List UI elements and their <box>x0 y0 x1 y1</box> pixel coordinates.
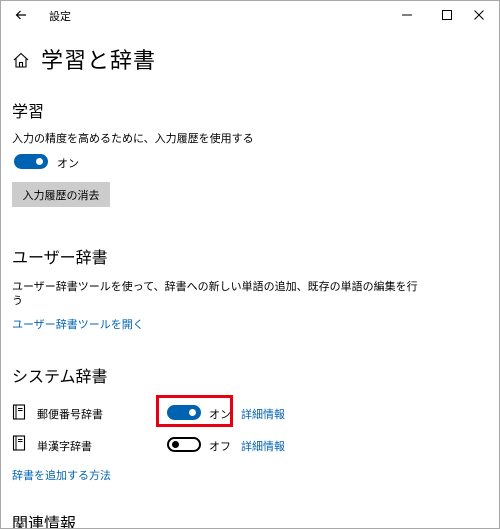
page-title: 学習と辞書 <box>41 49 157 74</box>
dictionary-icon <box>12 404 26 420</box>
single-kanji-toggle-label: オフ <box>209 440 231 453</box>
learning-toggle-label: オン <box>57 157 79 170</box>
user-dictionary-description-line2: う <box>12 294 23 307</box>
close-icon <box>474 10 484 20</box>
postal-code-detail-link[interactable]: 詳細情報 <box>241 406 285 422</box>
toggle-knob <box>172 441 179 448</box>
learning-description: 入力の精度を高めるために、入力履歴を使用する <box>12 132 254 145</box>
maximize-icon <box>442 10 452 20</box>
clear-history-button[interactable]: 入力履歴の消去 <box>12 182 110 207</box>
home-button[interactable] <box>12 51 30 69</box>
dictionary-icon <box>12 435 26 451</box>
minimize-button[interactable] <box>387 1 427 29</box>
open-user-dictionary-link[interactable]: ユーザー辞書ツールを開く <box>12 316 144 332</box>
toggle-knob <box>36 158 43 165</box>
settings-window: 設定 学習と辞書 学習 入力の精度を高めるために、入力履歴を使用する オン 入力… <box>0 0 500 529</box>
section-title-learning: 学習 <box>12 102 45 121</box>
section-title-user-dictionary: ユーザー辞書 <box>12 248 108 267</box>
title-bar: 設定 <box>1 1 499 29</box>
highlight-box <box>156 395 233 427</box>
back-arrow-icon <box>15 10 26 20</box>
home-icon <box>13 52 29 68</box>
postal-code-dictionary-label: 郵便番号辞書 <box>37 408 103 421</box>
minimize-icon <box>402 14 412 16</box>
single-kanji-dictionary-toggle[interactable] <box>167 437 201 452</box>
app-title: 設定 <box>49 10 71 23</box>
add-dictionary-link[interactable]: 辞書を追加する方法 <box>12 467 111 483</box>
section-title-system-dictionary: システム辞書 <box>12 367 108 386</box>
learning-history-toggle[interactable] <box>14 154 48 169</box>
close-button[interactable] <box>459 1 499 29</box>
single-kanji-dictionary-label: 単漢字辞書 <box>37 440 92 453</box>
section-title-related: 関連情報 <box>12 514 77 529</box>
single-kanji-detail-link[interactable]: 詳細情報 <box>241 438 285 454</box>
back-button[interactable] <box>7 3 35 27</box>
user-dictionary-description-line1: ユーザー辞書ツールを使って、辞書への新しい単語の追加、既存の単語の編集を行 <box>12 280 418 293</box>
